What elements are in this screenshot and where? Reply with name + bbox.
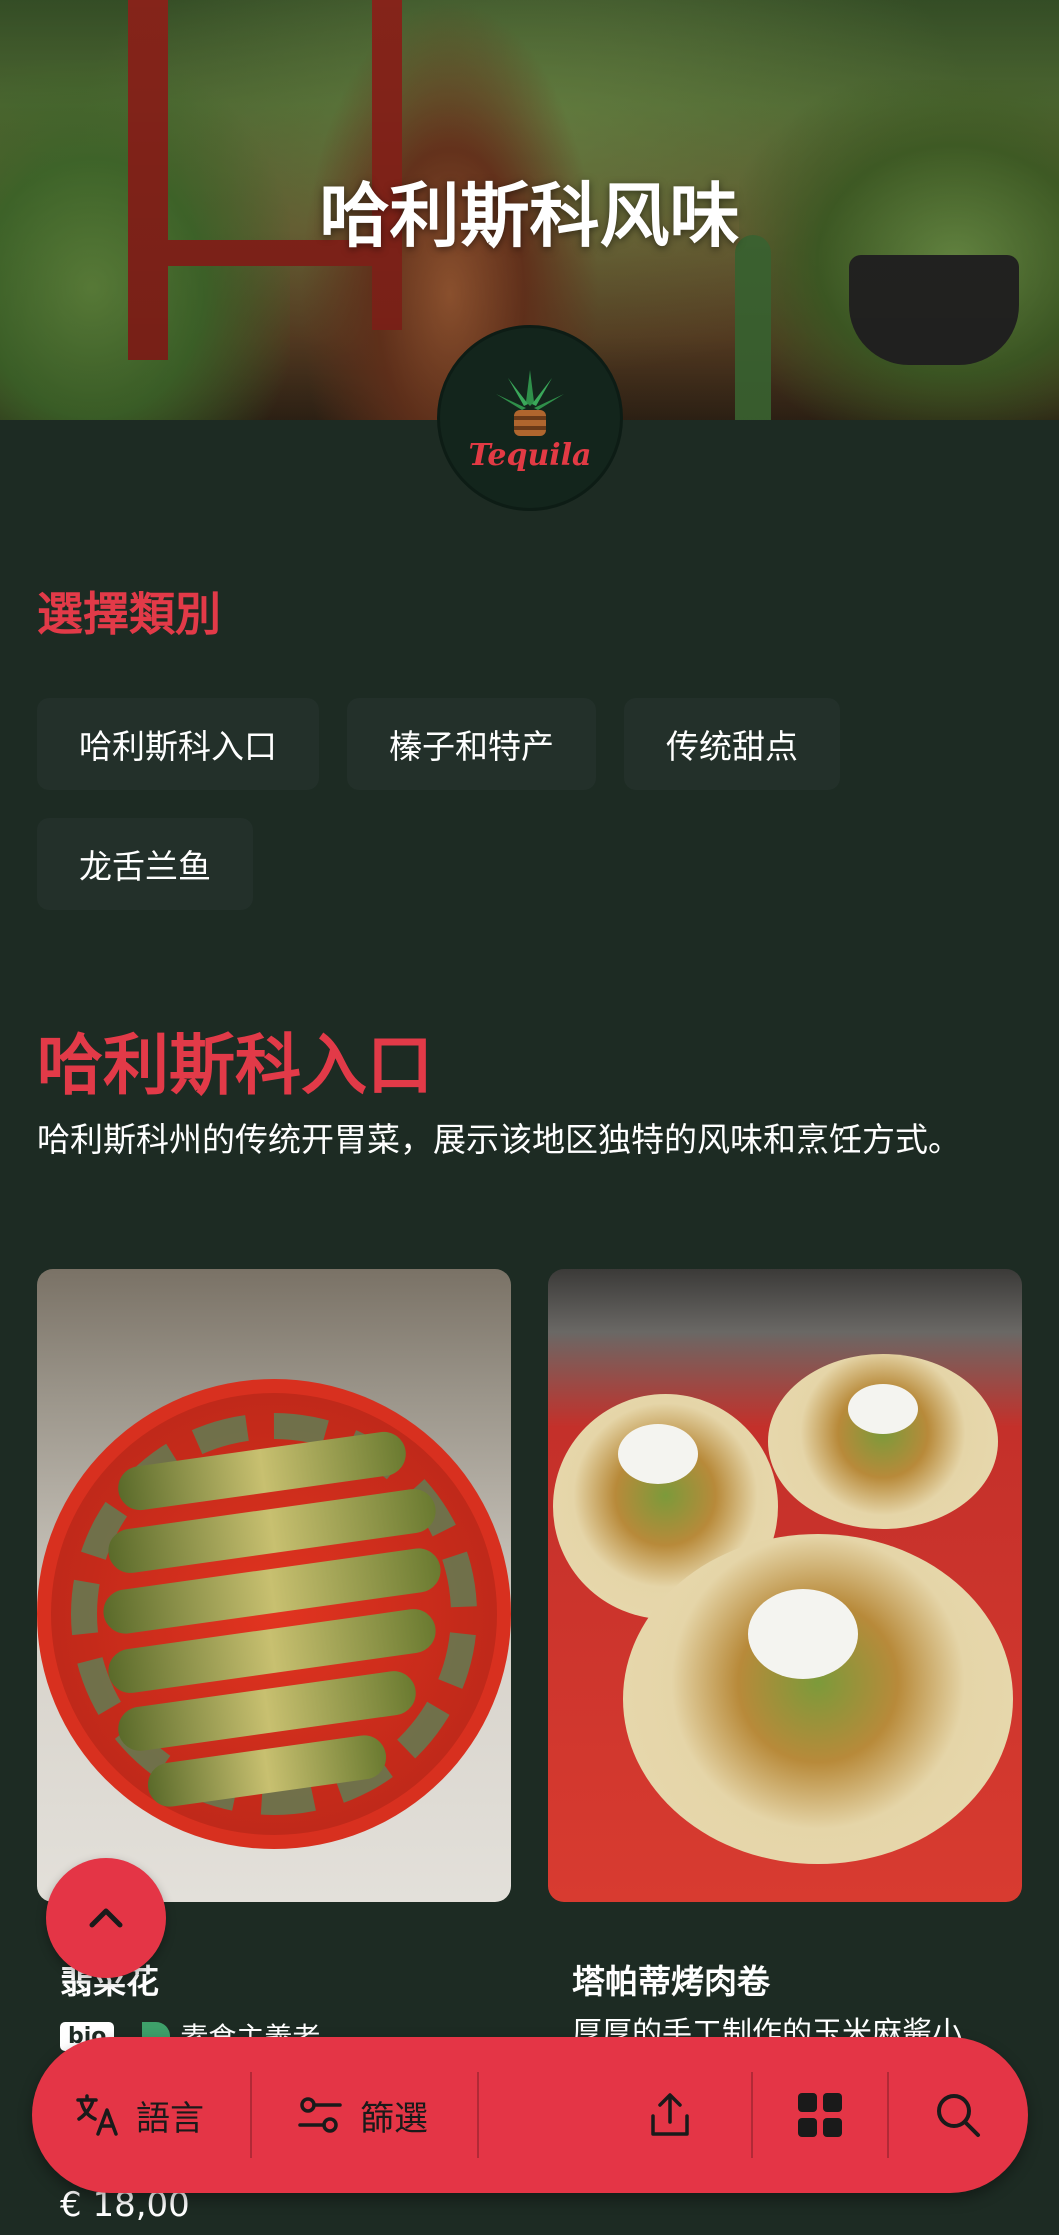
category-chip-hazelnut-specialties[interactable]: 榛子和特产 <box>347 698 596 790</box>
language-button[interactable]: 語言 <box>32 2037 250 2193</box>
share-icon <box>651 2093 689 2136</box>
filter-button[interactable]: 篩選 <box>252 2037 477 2193</box>
category-chips: 哈利斯科入口 榛子和特产 传统甜点 龙舌兰鱼 <box>37 698 1027 910</box>
category-heading: 選擇類別 <box>37 587 221 641</box>
restaurant-logo: Tequila <box>437 325 623 511</box>
logo-text: Tequila <box>468 437 592 473</box>
page-title: 哈利斯科风味 <box>319 175 740 257</box>
filter-label: 篩選 <box>360 2098 428 2139</box>
scroll-to-top-button[interactable] <box>46 1858 166 1978</box>
menu-item-name[interactable]: 塔帕蒂烤肉卷 <box>572 1955 770 2003</box>
chevron-up-icon <box>89 1908 123 1928</box>
agave-icon <box>496 369 564 436</box>
search-button[interactable] <box>889 2037 1027 2193</box>
grid-icon <box>798 2093 842 2137</box>
section-title: 哈利斯科入口 <box>37 1027 433 1104</box>
search-icon <box>937 2094 980 2137</box>
bottom-toolbar: 語言 篩選 <box>32 2037 1028 2193</box>
share-button[interactable] <box>645 2037 731 2193</box>
filter-icon <box>298 2097 342 2133</box>
translate-icon <box>76 2094 118 2136</box>
category-chip-jalisco-starters[interactable]: 哈利斯科入口 <box>37 698 319 790</box>
menu-item-image[interactable] <box>37 1269 511 1902</box>
grid-view-button[interactable] <box>753 2037 887 2193</box>
category-chip-tequila-fish[interactable]: 龙舌兰鱼 <box>37 818 253 910</box>
language-label: 語言 <box>136 2098 204 2139</box>
category-chip-traditional-desserts[interactable]: 传统甜点 <box>624 698 840 790</box>
section-description: 哈利斯科州的传统开胃菜，展示该地区独特的风味和烹饪方式。 <box>37 1120 961 1159</box>
menu-item-image[interactable] <box>548 1269 1022 1902</box>
